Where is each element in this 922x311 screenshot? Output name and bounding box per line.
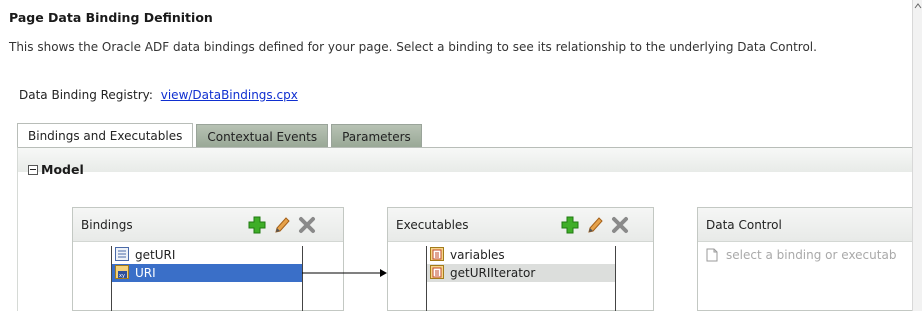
binding-connector-arrow: [302, 269, 387, 277]
executables-panel-header: Executables: [388, 208, 653, 242]
method-binding-icon: [115, 246, 135, 264]
tab-bar: Bindings and Executables Contextual Even…: [17, 123, 425, 148]
svg-text:xy: xy: [119, 273, 125, 279]
model-section-label: Model: [41, 162, 84, 177]
executable-item-label: variables: [450, 248, 505, 262]
registry-row: Data Binding Registry: view/DataBindings…: [19, 88, 298, 102]
document-icon: [706, 248, 718, 262]
executable-item-label: getURIIterator: [450, 266, 536, 280]
executable-item-geturiiterator[interactable]: getURIIterator: [427, 264, 615, 282]
executable-icon: [430, 246, 450, 264]
binding-item-label: URI: [135, 266, 156, 280]
tab-contextual-events[interactable]: Contextual Events: [196, 124, 329, 148]
vertical-scrollbar[interactable]: [912, 0, 922, 311]
data-control-panel: Data Control select a binding or executa…: [697, 207, 912, 311]
registry-link[interactable]: view/DataBindings.cpx: [161, 88, 298, 102]
iterator-icon: [430, 264, 450, 282]
add-icon[interactable]: [560, 215, 580, 235]
binding-item-label: getURI: [135, 248, 176, 262]
bindings-list: getURI xy URI: [111, 246, 303, 311]
executables-panel: Executables variables getURIIterator: [387, 207, 654, 311]
tab-bindings-and-executables[interactable]: Bindings and Executables: [17, 123, 194, 148]
executables-panel-title: Executables: [396, 218, 469, 232]
collapse-model-toggle[interactable]: [28, 165, 38, 175]
add-icon[interactable]: [247, 215, 267, 235]
data-control-placeholder-text: select a binding or executab: [726, 248, 897, 262]
binding-item-geturi[interactable]: getURI: [112, 246, 302, 264]
edit-icon[interactable]: [585, 215, 605, 235]
data-control-panel-title: Data Control: [706, 218, 782, 232]
delete-icon[interactable]: [610, 215, 630, 235]
tab-parameters[interactable]: Parameters: [331, 124, 422, 148]
data-control-panel-header: Data Control: [698, 208, 912, 242]
page-description: This shows the Oracle ADF data bindings …: [9, 40, 817, 54]
binding-item-uri[interactable]: xy URI: [112, 264, 302, 282]
bindings-panel-title: Bindings: [81, 218, 133, 232]
page-title: Page Data Binding Definition: [9, 10, 213, 25]
attribute-binding-icon: xy: [115, 264, 135, 282]
bindings-panel-header: Bindings: [73, 208, 343, 242]
registry-label: Data Binding Registry:: [19, 88, 153, 102]
data-control-placeholder: select a binding or executab: [706, 248, 896, 262]
executables-list: variables getURIIterator: [426, 246, 616, 311]
delete-icon[interactable]: [297, 215, 317, 235]
scroll-up-arrow-icon[interactable]: [914, 2, 922, 10]
edit-icon[interactable]: [272, 215, 292, 235]
bindings-panel: Bindings getURI xy URI: [72, 207, 344, 311]
executable-item-variables[interactable]: variables: [427, 246, 615, 264]
model-section-header: [18, 148, 913, 175]
